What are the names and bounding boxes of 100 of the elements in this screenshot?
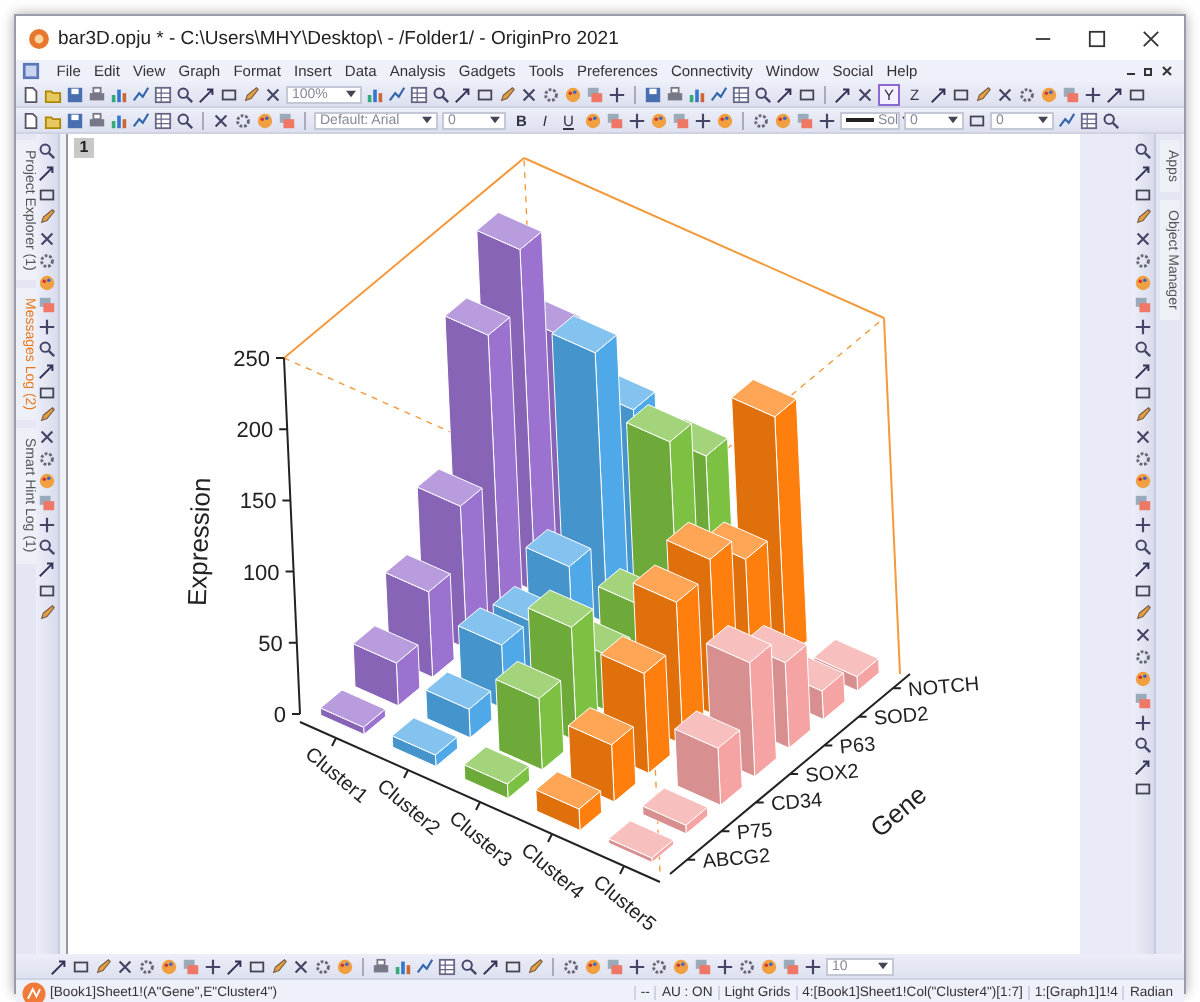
magnifier-icon[interactable] — [1134, 142, 1152, 160]
rectangle-icon[interactable] — [72, 957, 90, 975]
palette-icon[interactable] — [38, 472, 56, 490]
bar-chart-icon[interactable] — [110, 85, 128, 103]
plus-icon[interactable] — [38, 318, 56, 336]
arrow-icon[interactable] — [834, 85, 852, 103]
table-icon[interactable] — [154, 111, 172, 129]
arrow-icon[interactable] — [226, 957, 244, 975]
save-icon[interactable] — [644, 85, 662, 103]
pencil-icon[interactable] — [38, 208, 56, 226]
arrow-icon[interactable] — [50, 957, 68, 975]
pencil-icon[interactable] — [1134, 208, 1152, 226]
table-icon[interactable] — [410, 85, 428, 103]
bar-chart-icon[interactable] — [394, 957, 412, 975]
rectangle-icon[interactable] — [38, 384, 56, 402]
plus-icon[interactable] — [1134, 516, 1152, 534]
magnifier-icon[interactable] — [38, 538, 56, 556]
table-icon[interactable] — [732, 85, 750, 103]
magnifier-icon[interactable] — [176, 85, 194, 103]
restore-icon[interactable] — [1144, 66, 1154, 76]
bar-chart-icon[interactable] — [366, 85, 384, 103]
magnifier-icon[interactable] — [754, 85, 772, 103]
cross-icon[interactable] — [38, 428, 56, 446]
gear-icon[interactable] — [38, 450, 56, 468]
plus-icon[interactable] — [204, 957, 222, 975]
magnifier-icon[interactable] — [1134, 736, 1152, 754]
magnifier-icon[interactable] — [38, 142, 56, 160]
gear-icon[interactable] — [138, 957, 156, 975]
gear-icon[interactable] — [314, 957, 332, 975]
line-chart-icon[interactable] — [388, 85, 406, 103]
palette-icon[interactable] — [336, 957, 354, 975]
arrow-icon[interactable] — [1134, 362, 1152, 380]
gear-icon[interactable] — [738, 957, 756, 975]
pencil-icon[interactable] — [38, 406, 56, 424]
save-icon[interactable] — [66, 85, 84, 103]
arrow-icon[interactable] — [454, 85, 472, 103]
line-chart-icon[interactable] — [1057, 111, 1076, 129]
palette-icon[interactable] — [1039, 85, 1058, 103]
print-icon[interactable] — [666, 85, 684, 103]
cross-icon[interactable] — [212, 111, 230, 129]
arrow-icon[interactable] — [38, 164, 56, 182]
rectangle-icon[interactable] — [798, 85, 816, 103]
line-chart-icon[interactable] — [710, 85, 728, 103]
rectangle-icon[interactable] — [1134, 384, 1152, 402]
palette-icon[interactable] — [1134, 274, 1152, 292]
palette-icon[interactable] — [160, 957, 178, 975]
arrow-icon[interactable] — [1134, 758, 1152, 776]
table-icon[interactable] — [438, 957, 456, 975]
table-icon[interactable] — [1079, 111, 1098, 129]
rectangle-icon[interactable] — [248, 957, 266, 975]
rectangle-icon[interactable] — [1134, 780, 1152, 798]
gear-icon[interactable] — [1134, 648, 1152, 666]
arrow-icon[interactable] — [1134, 560, 1152, 578]
magnifier-icon[interactable] — [460, 957, 478, 975]
palette-icon[interactable] — [760, 957, 778, 975]
print-icon[interactable] — [88, 85, 106, 103]
magnifier-icon[interactable] — [38, 340, 56, 358]
cross-icon[interactable] — [292, 957, 310, 975]
plus-icon[interactable] — [608, 85, 626, 103]
rectangle-icon[interactable] — [1134, 582, 1152, 600]
magnifier-icon[interactable] — [1134, 340, 1152, 358]
arrow-icon[interactable] — [38, 362, 56, 380]
close-icon[interactable] — [1142, 29, 1160, 47]
rectangle-icon[interactable] — [476, 85, 494, 103]
rectangle-icon[interactable] — [504, 957, 522, 975]
pencil-icon[interactable] — [38, 604, 56, 622]
gear-icon[interactable] — [1134, 450, 1152, 468]
palette-icon[interactable] — [1134, 472, 1152, 490]
palette-icon[interactable] — [584, 957, 602, 975]
print-icon[interactable] — [372, 957, 390, 975]
magnifier-icon[interactable] — [176, 111, 194, 129]
page-tab[interactable]: 1 — [74, 138, 94, 158]
plus-icon[interactable] — [1134, 318, 1152, 336]
palette-icon[interactable] — [1134, 670, 1152, 688]
arrow-icon[interactable] — [38, 560, 56, 578]
arrow-icon[interactable] — [1105, 85, 1124, 103]
cross-icon[interactable] — [116, 957, 134, 975]
gear-icon[interactable] — [751, 111, 770, 129]
plus-icon[interactable] — [1083, 85, 1102, 103]
plus-icon[interactable] — [38, 516, 56, 534]
palette-icon[interactable] — [38, 274, 56, 292]
cross-icon[interactable] — [38, 230, 56, 248]
plus-icon[interactable] — [627, 111, 646, 129]
plus-icon[interactable] — [716, 957, 734, 975]
rectangle-icon[interactable] — [38, 186, 56, 204]
palette-icon[interactable] — [672, 957, 690, 975]
palette-icon[interactable] — [256, 111, 274, 129]
print-icon[interactable] — [88, 111, 106, 129]
pencil-icon[interactable] — [1134, 604, 1152, 622]
plus-icon[interactable] — [693, 111, 712, 129]
gear-icon[interactable] — [542, 85, 560, 103]
rectangle-icon[interactable] — [1134, 186, 1152, 204]
plus-icon[interactable] — [804, 957, 822, 975]
cross-icon[interactable] — [856, 85, 874, 103]
bar-chart-icon[interactable] — [688, 85, 706, 103]
save-icon[interactable] — [66, 111, 84, 129]
cross-icon[interactable] — [1134, 428, 1152, 446]
plus-icon[interactable] — [628, 957, 646, 975]
arrow-icon[interactable] — [776, 85, 794, 103]
magnifier-icon[interactable] — [1134, 538, 1152, 556]
